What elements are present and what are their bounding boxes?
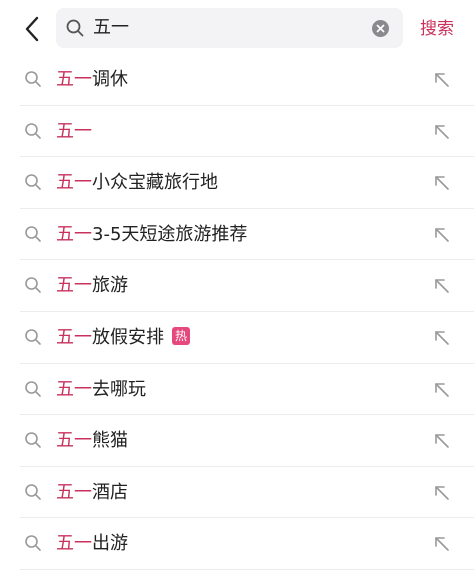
search-icon xyxy=(25,225,41,242)
suggestion-highlight: 五一 xyxy=(56,481,92,503)
suggestion-item[interactable]: 五一酒店 xyxy=(0,467,474,519)
suggestion-highlight: 五一 xyxy=(56,326,92,348)
suggestion-list: 五一调休 五一 五一小众宝藏旅行地 五一3-5天短途旅游推荐 五一旅游 五一放假安排热五一… xyxy=(0,54,474,570)
arrow-up-left-icon[interactable] xyxy=(433,432,451,450)
suggestion-item[interactable]: 五一旅游 xyxy=(0,260,474,312)
arrow-up-left-icon[interactable] xyxy=(433,277,451,295)
arrow-up-left-icon[interactable] xyxy=(433,123,451,141)
suggestion-highlight: 五一 xyxy=(56,120,92,142)
arrow-up-left-icon[interactable] xyxy=(433,174,451,192)
suggestion-label: 五一出游 xyxy=(56,518,128,570)
suggestion-item[interactable]: 五一熊猫 xyxy=(0,415,474,467)
back-button[interactable] xyxy=(18,14,46,44)
search-icon xyxy=(66,19,84,37)
suggestion-label: 五一 xyxy=(56,106,92,158)
suggestion-label: 五一酒店 xyxy=(56,467,128,519)
suggestion-rest: 出游 xyxy=(92,533,128,555)
suggestion-item[interactable]: 五一小众宝藏旅行地 xyxy=(0,157,474,209)
suggestion-rest: 小众宝藏旅行地 xyxy=(92,172,218,194)
search-query-text[interactable]: 五一 xyxy=(93,8,129,48)
suggestion-highlight: 五一 xyxy=(56,533,92,555)
chevron-left-icon xyxy=(25,16,39,42)
suggestion-label: 五一小众宝藏旅行地 xyxy=(56,157,218,209)
suggestion-item[interactable]: 五一放假安排热 xyxy=(0,312,474,364)
top-bar: 五一 搜索 xyxy=(0,0,474,58)
suggestion-rest: 酒店 xyxy=(92,481,128,503)
hot-badge: 热 xyxy=(172,326,190,345)
search-icon xyxy=(25,535,41,552)
suggestion-highlight: 五一 xyxy=(56,223,92,245)
search-input[interactable]: 五一 xyxy=(56,8,403,48)
suggestion-label: 五一调休 xyxy=(56,54,128,106)
suggestion-label: 五一3-5天短途旅游推荐 xyxy=(56,209,247,261)
search-icon xyxy=(25,483,41,500)
suggestion-rest: 调休 xyxy=(92,69,128,90)
clear-button[interactable] xyxy=(372,20,389,37)
search-icon xyxy=(25,380,41,397)
suggestion-item[interactable]: 五一调休 xyxy=(0,54,474,106)
suggestion-label: 五一熊猫 xyxy=(56,415,128,467)
suggestion-rest: 旅游 xyxy=(92,275,128,297)
suggestion-item[interactable]: 五一3-5天短途旅游推荐 xyxy=(0,209,474,261)
search-icon xyxy=(25,277,41,294)
suggestion-rest: 去哪玩 xyxy=(92,378,146,400)
suggestion-label: 五一去哪玩 xyxy=(56,364,146,416)
suggestion-highlight: 五一 xyxy=(56,275,92,297)
suggestion-label: 五一放假安排热 xyxy=(56,312,190,364)
suggestion-rest: 放假安排 xyxy=(92,326,164,348)
arrow-up-left-icon[interactable] xyxy=(433,535,451,553)
search-icon xyxy=(25,71,41,87)
arrow-up-left-icon[interactable] xyxy=(433,484,451,502)
search-icon xyxy=(25,432,41,448)
suggestion-rest: 熊猫 xyxy=(92,430,128,452)
suggestion-rest: 3-5天短途旅游推荐 xyxy=(92,223,248,245)
search-icon xyxy=(25,174,41,190)
suggestion-label: 五一旅游 xyxy=(56,260,128,312)
suggestion-item[interactable]: 五一出游 xyxy=(0,518,474,570)
search-button[interactable]: 搜索 xyxy=(420,0,454,58)
suggestion-highlight: 五一 xyxy=(56,69,92,90)
suggestion-highlight: 五一 xyxy=(56,172,92,194)
clear-icon xyxy=(376,24,385,33)
suggestion-highlight: 五一 xyxy=(56,430,92,452)
divider xyxy=(20,568,474,570)
suggestion-item[interactable]: 五一 xyxy=(0,106,474,158)
arrow-up-left-icon[interactable] xyxy=(433,381,451,399)
arrow-up-left-icon[interactable] xyxy=(433,71,451,89)
suggestion-highlight: 五一 xyxy=(56,378,92,400)
search-icon xyxy=(25,329,41,345)
arrow-up-left-icon[interactable] xyxy=(433,329,451,347)
search-icon xyxy=(25,122,41,139)
arrow-up-left-icon[interactable] xyxy=(433,226,451,244)
suggestion-item[interactable]: 五一去哪玩 xyxy=(0,364,474,416)
